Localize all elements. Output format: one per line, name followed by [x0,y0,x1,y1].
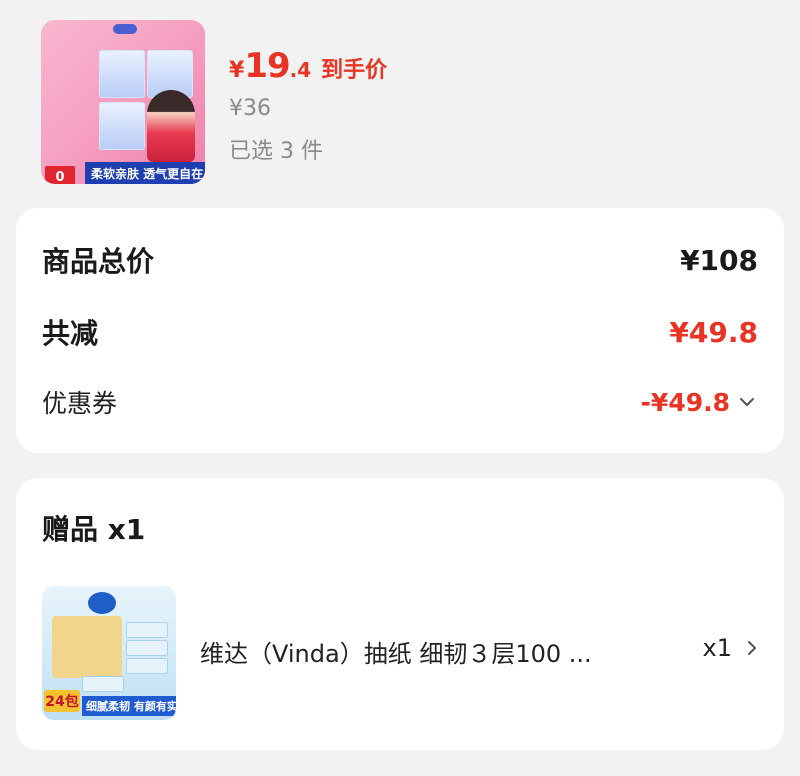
gift-title: 赠品 x1 [42,513,146,546]
pack-image [99,102,145,150]
discount-value: ¥49.8 [669,315,758,349]
chevron-right-icon[interactable] [742,637,762,659]
product-thumbnail[interactable]: 0 柔软亲肤 透气更自在 [41,20,205,184]
gift-slogan: 细腻柔韧 有颜有实力 [82,696,176,716]
thumb-slogan: 柔软亲肤 透气更自在 [85,162,205,184]
coupon-amount: -¥49.8 [640,387,730,417]
brand-logo [113,24,137,34]
original-price: ¥36 [229,96,271,121]
tissue-pack-image [126,640,168,656]
pack-image [99,50,145,98]
model-image [147,90,195,162]
selected-count: 已选 3 件 [229,139,323,164]
gift-name[interactable]: 维达（Vinda）抽纸 细韧３层100 ... [200,634,640,669]
discount-row: 共减 ¥49.8 [42,312,758,352]
coupon-row[interactable]: 优惠券 -¥49.8 [42,384,758,420]
gift-box-image [52,616,122,678]
discount-label: 共减 [42,317,99,350]
total-row: 商品总价 ¥108 [42,240,758,280]
coupon-label: 优惠券 [42,389,118,418]
price-summary-card: 商品总价 ¥108 共减 ¥49.8 优惠券 -¥49.8 [16,208,784,453]
price-tag: 到手价 [321,58,388,83]
coupon-selector[interactable]: -¥49.8 [641,388,758,417]
total-value: ¥108 [680,243,758,277]
currency-symbol: ¥ [229,58,245,83]
gift-quantity[interactable]: x1 [703,634,762,662]
price-integer: 19 [244,46,290,86]
gift-qty-label: x1 [702,634,732,662]
thumb-badge: 0 [45,166,75,184]
vinda-logo [88,592,116,614]
gift-card: 赠品 x1 24包 细腻柔韧 有颜有实力 维达（Vinda）抽纸 细韧３层100… [16,478,784,750]
final-price: ¥ 19 .4 到手价 [229,46,387,86]
total-label: 商品总价 [42,245,155,278]
gift-thumbnail[interactable]: 24包 细腻柔韧 有颜有实力 [42,586,176,720]
chevron-down-icon[interactable] [736,391,758,413]
gift-pack-count-badge: 24包 [44,690,80,712]
tissue-pack-image [82,676,124,692]
price-decimal: .4 [289,58,312,82]
tissue-pack-image [126,622,168,638]
tissue-pack-image [126,658,168,674]
product-summary: 0 柔软亲肤 透气更自在 ¥ 19 .4 到手价 ¥36 已选 3 件 [0,0,800,200]
